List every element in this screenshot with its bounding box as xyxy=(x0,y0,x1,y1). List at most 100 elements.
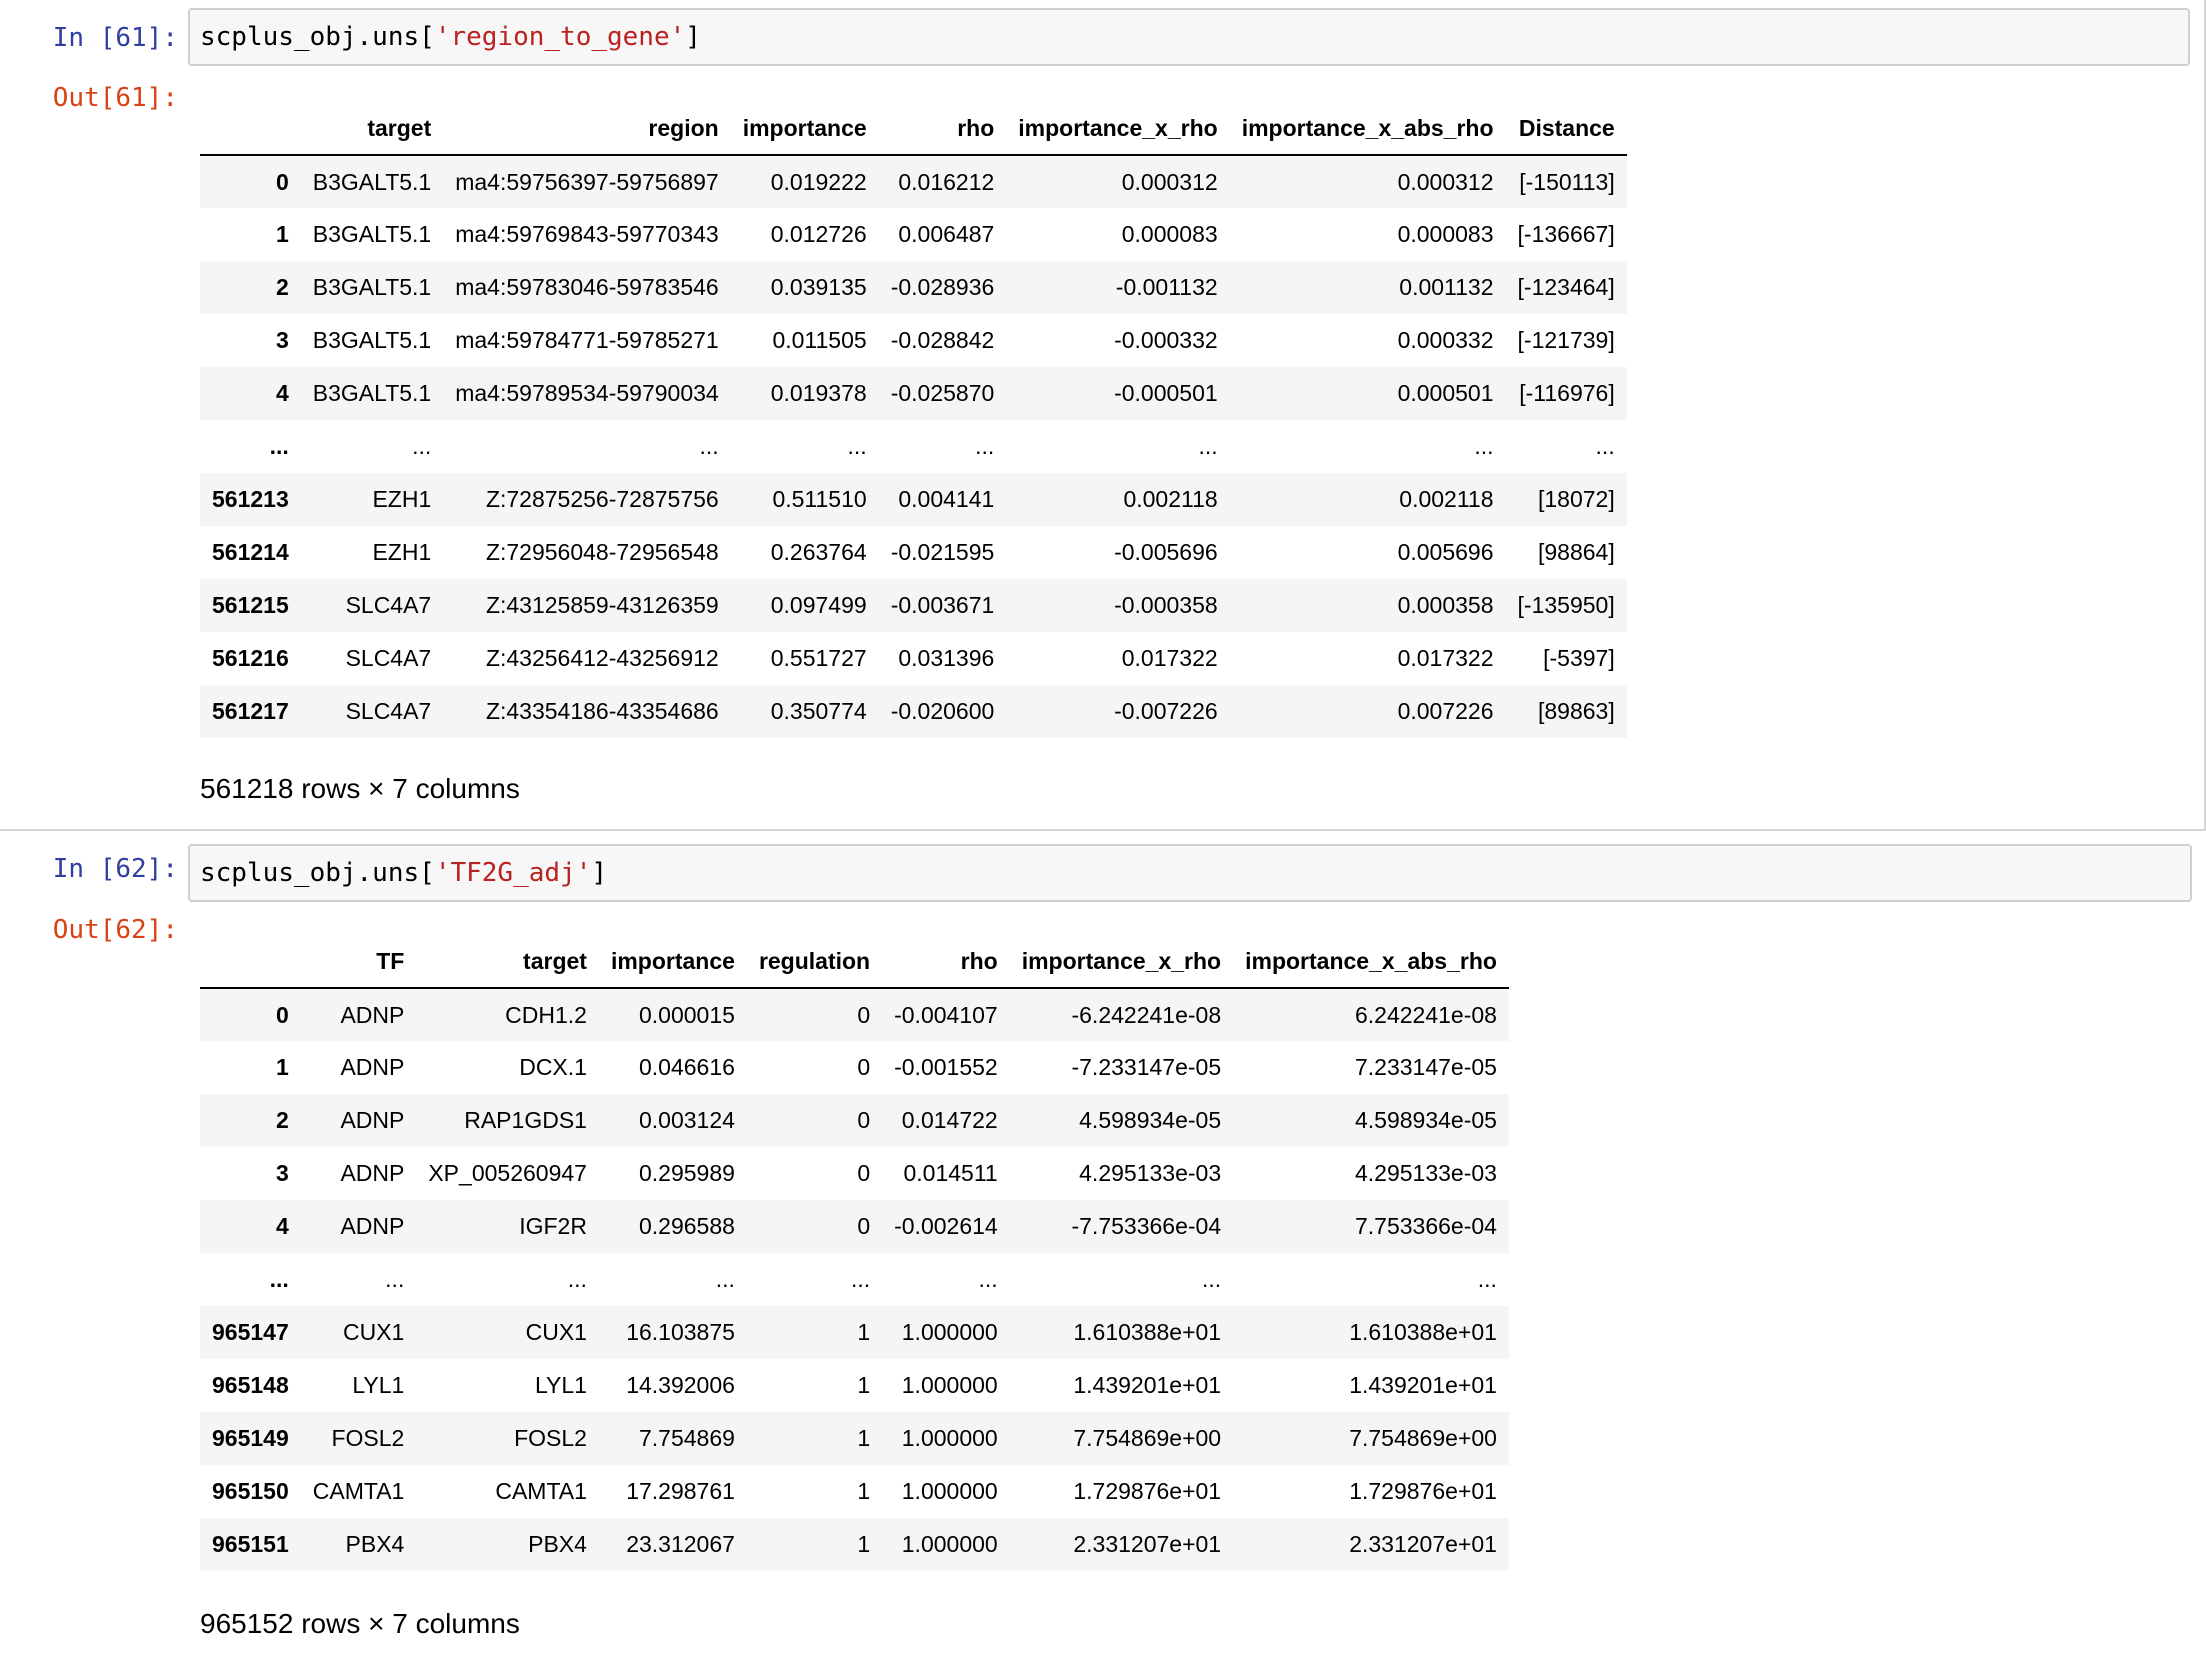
row-index: 2 xyxy=(275,274,289,300)
row-index: 3 xyxy=(275,327,289,353)
row-index: ... xyxy=(269,1266,289,1292)
table-cell: [-121739] xyxy=(1517,327,1615,353)
table-cell: 7.754869e+00 xyxy=(1073,1425,1222,1451)
table-cell: 0.551727 xyxy=(770,645,867,671)
table-cell: ... xyxy=(847,433,867,459)
table-cell: 0.000312 xyxy=(1121,168,1218,195)
table-row: 965147 CUX1 CUX1 16.103875 1 1.000000 1.610388… xyxy=(200,1306,1509,1359)
column-header: rho xyxy=(882,936,1010,989)
code-string: 'region_to_gene' xyxy=(434,22,686,52)
table-cell: ... xyxy=(978,1266,998,1292)
table-cell: 0.014722 xyxy=(901,1107,998,1133)
table-cell: ADNP xyxy=(340,1213,405,1239)
column-header: importance xyxy=(730,103,879,156)
table-cell: [-116976] xyxy=(1519,380,1615,406)
table-cell: -0.005696 xyxy=(1114,539,1218,565)
table-cell: SLC4A7 xyxy=(345,698,432,724)
table-cell: 0.511510 xyxy=(772,486,867,512)
row-index: 4 xyxy=(275,380,289,406)
column-header: target xyxy=(416,936,599,989)
table-cell: ... xyxy=(715,1266,735,1292)
table-cell: 0.295989 xyxy=(639,1160,735,1186)
table-cell: 0.000312 xyxy=(1397,168,1494,195)
table-cell: 0 xyxy=(857,1160,871,1186)
code-input-62[interactable]: scplus_obj.uns['TF2G_adj'] xyxy=(188,844,2192,902)
table-cell: ma4:59769843-59770343 xyxy=(455,221,719,247)
table-cell: -0.028842 xyxy=(890,327,995,353)
table-cell: -0.002614 xyxy=(894,1213,998,1239)
table-cell: -0.025870 xyxy=(890,380,995,406)
table-cell: B3GALT5.1 xyxy=(312,168,432,195)
table-cell: -0.028936 xyxy=(890,274,995,300)
table-cell: SLC4A7 xyxy=(345,645,432,671)
table-row: 965151 PBX4 PBX4 23.312067 1 1.000000 2.331207… xyxy=(200,1518,1509,1571)
index-header xyxy=(200,936,301,989)
column-header: region xyxy=(443,103,731,156)
table-cell: 4.598934e-05 xyxy=(1354,1107,1497,1133)
row-index: 1 xyxy=(275,1054,289,1080)
table-cell: CUX1 xyxy=(342,1319,405,1345)
table-cell: 0.350774 xyxy=(770,698,867,724)
table-row: 561217 SLC4A7 Z:43354186-43354686 0.350774-… xyxy=(200,685,1627,738)
input-prompt-62: In [62]: xyxy=(52,854,178,884)
table-cell: 0.007226 xyxy=(1397,698,1494,724)
table-cell: EZH1 xyxy=(372,486,432,512)
table-cell: ma4:59756397-59756897 xyxy=(455,168,719,195)
table-cell: ... xyxy=(850,1266,871,1292)
table-cell: ... xyxy=(1474,433,1494,459)
table-cell: -0.000358 xyxy=(1114,592,1218,618)
table-cell: 6.242241e-08 xyxy=(1354,1001,1497,1028)
code-string: 'TF2G_adj' xyxy=(434,858,592,888)
table-cell: 0.004141 xyxy=(898,486,995,512)
table-cell: ... xyxy=(1477,1266,1497,1292)
table-cell: 14.392006 xyxy=(626,1372,735,1398)
table-cell: ADNP xyxy=(340,1054,405,1080)
table-cell: 1.439201e+01 xyxy=(1073,1372,1222,1398)
table-cell: [-135950] xyxy=(1517,592,1615,618)
table-cell: ... xyxy=(385,1266,405,1292)
table-row: 1 ADNP DCX.1 0.046616 0 -0.001552 -7.233147e-0… xyxy=(200,1041,1509,1094)
table-cell: RAP1GDS1 xyxy=(464,1107,587,1133)
column-header: target xyxy=(300,103,444,156)
dataframe-tf2g-adj: TF target importance regulation rho importanc… xyxy=(200,936,1509,1571)
table-cell: ... xyxy=(1198,433,1218,459)
table-cell: 17.298761 xyxy=(626,1478,735,1504)
table-cell: Z:43354186-43354686 xyxy=(485,698,719,724)
table-cell: CAMTA1 xyxy=(495,1478,587,1504)
table-cell: 1.000000 xyxy=(901,1425,998,1451)
table-cell: 0.039135 xyxy=(770,274,867,300)
table-cell: 1 xyxy=(857,1372,871,1398)
table-row: 0 ADNP CDH1.2 0.000015 0 -0.004107 -6.242241e-… xyxy=(200,988,1509,1041)
table-cell: [18072] xyxy=(1537,486,1615,512)
row-index: 4 xyxy=(275,1213,289,1239)
table-row: 561214 EZH1 Z:72956048-72956548 0.263764 -0.… xyxy=(200,526,1627,579)
table-cell: 0 xyxy=(857,1213,871,1239)
table-cell: 1.610388e+01 xyxy=(1073,1319,1222,1345)
code-input-61[interactable]: scplus_obj.uns['region_to_gene'] xyxy=(188,8,2190,66)
notebook-cell-61[interactable]: In [61]: scplus_obj.uns['region_to_gene'… xyxy=(0,0,2206,831)
notebook-cell-62[interactable]: In [62]: scplus_obj.uns['TF2G_adj'] Out[… xyxy=(0,831,2206,1680)
table-cell: 0.263764 xyxy=(770,539,867,565)
table-row: 561213 EZH1 Z:72875256-72875756 0.511510 0.0… xyxy=(200,473,1627,526)
table-cell: B3GALT5.1 xyxy=(312,274,432,300)
table-cell: Z:43125859-43126359 xyxy=(485,592,719,618)
table-row: 561216 SLC4A7 Z:43256412-43256912 0.551727 0… xyxy=(200,632,1627,685)
table-cell: ma4:59784771-59785271 xyxy=(455,327,719,353)
table-cell: 1 xyxy=(857,1478,871,1504)
table-cell: 0.012726 xyxy=(770,221,867,247)
table-cell: CUX1 xyxy=(525,1319,587,1345)
table-cell: 0.019378 xyxy=(770,380,867,406)
table-cell: LYL1 xyxy=(534,1372,587,1398)
table-cell: 0 xyxy=(857,1001,871,1028)
column-header: importance xyxy=(598,936,747,989)
row-index: 561216 xyxy=(212,645,289,671)
table-cell: 1.000000 xyxy=(901,1531,998,1557)
dataframe-region-to-gene: target region importance rho importance_x_rh… xyxy=(200,103,1627,738)
table-cell: 1.729876e+01 xyxy=(1073,1478,1222,1504)
table-cell: 4.295133e-03 xyxy=(1079,1160,1222,1186)
table-cell: [-123464] xyxy=(1517,274,1615,300)
input-prompt-61: In [61]: xyxy=(52,23,178,53)
output-prompt-62: Out[62]: xyxy=(52,915,178,945)
table-cell: -0.007226 xyxy=(1114,698,1218,724)
table-cell: 0.000015 xyxy=(639,1001,735,1028)
